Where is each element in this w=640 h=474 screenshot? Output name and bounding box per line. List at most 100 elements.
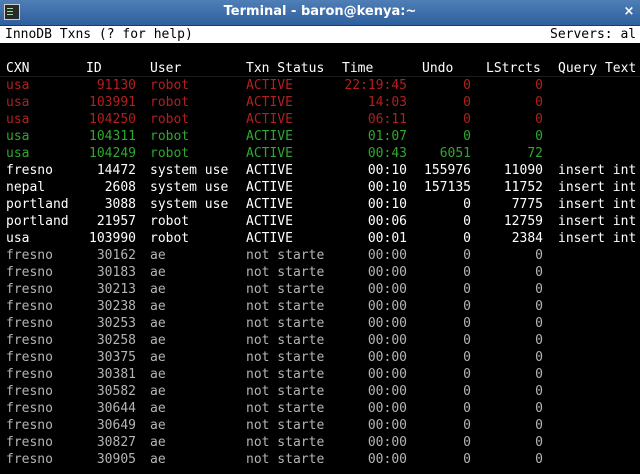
table-row: portland 21957 robot ACTIVE 00:06 0 12759 inser… — [0, 213, 640, 230]
cell-cxn: fresno — [6, 401, 53, 416]
cell-cxn: usa — [6, 78, 30, 93]
cell-undo: 0 — [463, 435, 471, 450]
cell-user: system use — [150, 197, 229, 212]
column-header-cxn: CXN — [6, 61, 30, 76]
table-body: usa 91130 robot ACTIVE 22:19:45 0 0 usa 103991 ro… — [0, 77, 640, 468]
table-row: portland 3088 system use ACTIVE 00:10 0 7775 in… — [0, 196, 640, 213]
cell-undo: 0 — [463, 231, 471, 246]
cell-undo: 0 — [463, 197, 471, 212]
cell-time: 00:00 — [367, 452, 407, 467]
cell-id: 14472 — [96, 163, 136, 178]
cell-time: 00:00 — [367, 350, 407, 365]
column-header-time: Time — [342, 61, 374, 76]
cell-undo: 0 — [463, 282, 471, 297]
cell-lstrcts: 0 — [535, 78, 543, 93]
cell-user: ae — [150, 401, 166, 416]
table-row: usa 104250 robot ACTIVE 06:11 0 0 — [0, 111, 640, 128]
cell-lstrcts: 0 — [535, 350, 543, 365]
cell-undo: 0 — [463, 350, 471, 365]
cell-time: 00:06 — [367, 214, 407, 229]
cell-id: 30253 — [96, 316, 136, 331]
cell-id: 3088 — [104, 197, 136, 212]
cell-time: 00:10 — [367, 197, 407, 212]
cell-user: ae — [150, 384, 166, 399]
cell-user: robot — [150, 146, 190, 161]
cell-time: 00:00 — [367, 367, 407, 382]
cell-cxn: fresno — [6, 265, 53, 280]
table-row: fresno 30238 ae not starte 00:00 0 0 — [0, 298, 640, 315]
cell-undo: 6051 — [439, 146, 471, 161]
cell-txn-status: ACTIVE — [246, 214, 293, 229]
cell-lstrcts: 11752 — [503, 180, 543, 195]
cell-cxn: usa — [6, 112, 30, 127]
cell-txn-status: ACTIVE — [246, 197, 293, 212]
cell-user: ae — [150, 299, 166, 314]
cell-user: robot — [150, 231, 190, 246]
cell-id: 21957 — [96, 214, 136, 229]
cell-user: robot — [150, 95, 190, 110]
table-row: fresno 30213 ae not starte 00:00 0 0 — [0, 281, 640, 298]
cell-time: 22:19:45 — [344, 78, 407, 93]
cell-time: 00:00 — [367, 418, 407, 433]
cell-time: 01:07 — [367, 129, 407, 144]
table-row: fresno 30258 ae not starte 00:00 0 0 — [0, 332, 640, 349]
cell-cxn: fresno — [6, 452, 53, 467]
cell-txn-status: not starte — [246, 452, 325, 467]
cell-user: ae — [150, 248, 166, 263]
cell-cxn: fresno — [6, 163, 53, 178]
table-row: usa 104311 robot ACTIVE 01:07 0 0 — [0, 128, 640, 145]
cell-lstrcts: 0 — [535, 299, 543, 314]
table-row: usa 91130 robot ACTIVE 22:19:45 0 0 — [0, 77, 640, 94]
cell-time: 00:00 — [367, 401, 407, 416]
close-icon[interactable]: × — [620, 3, 638, 21]
cell-time: 00:00 — [367, 265, 407, 280]
cell-cxn: usa — [6, 95, 30, 110]
table-row: usa 103990 robot ACTIVE 00:01 0 2384 insert int — [0, 230, 640, 247]
cell-user: ae — [150, 333, 166, 348]
cell-id: 30649 — [96, 418, 136, 433]
cell-id: 30183 — [96, 265, 136, 280]
cell-txn-status: ACTIVE — [246, 112, 293, 127]
cell-lstrcts: 0 — [535, 384, 543, 399]
table-row: fresno 30162 ae not starte 00:00 0 0 — [0, 247, 640, 264]
cell-time: 00:01 — [367, 231, 407, 246]
cell-time: 00:00 — [367, 299, 407, 314]
window-titlebar[interactable]: Terminal - baron@kenya:~ × — [0, 0, 640, 26]
cell-txn-status: ACTIVE — [246, 163, 293, 178]
transactions-table: CXN ID User Txn Status Time Undo LStrcts… — [0, 60, 640, 468]
cell-time: 00:43 — [367, 146, 407, 161]
cell-undo: 0 — [463, 367, 471, 382]
cell-lstrcts: 0 — [535, 265, 543, 280]
cell-cxn: fresno — [6, 333, 53, 348]
cell-cxn: fresno — [6, 418, 53, 433]
cell-undo: 0 — [463, 112, 471, 127]
cell-user: ae — [150, 418, 166, 433]
table-header: CXN ID User Txn Status Time Undo LStrcts… — [0, 60, 640, 77]
cell-txn-status: not starte — [246, 384, 325, 399]
cell-undo: 0 — [463, 418, 471, 433]
cell-undo: 0 — [463, 95, 471, 110]
cell-time: 00:00 — [367, 384, 407, 399]
cell-lstrcts: 0 — [535, 112, 543, 127]
cell-query-text: insert int — [558, 231, 637, 246]
cell-user: system use — [150, 180, 229, 195]
cell-lstrcts: 0 — [535, 129, 543, 144]
cell-cxn: usa — [6, 231, 30, 246]
cell-user: ae — [150, 350, 166, 365]
cell-time: 00:00 — [367, 316, 407, 331]
cell-id: 30381 — [96, 367, 136, 382]
cell-undo: 0 — [463, 316, 471, 331]
column-header-query-text: Query Text — [558, 61, 637, 76]
cell-cxn: nepal — [6, 180, 46, 195]
cell-cxn: usa — [6, 129, 30, 144]
column-header-user: User — [150, 61, 182, 76]
cell-cxn: fresno — [6, 248, 53, 263]
cell-user: robot — [150, 129, 190, 144]
cell-cxn: fresno — [6, 299, 53, 314]
cell-undo: 157135 — [424, 180, 471, 195]
cell-id: 30644 — [96, 401, 136, 416]
cell-user: ae — [150, 452, 166, 467]
cell-id: 30213 — [96, 282, 136, 297]
cell-id: 91130 — [96, 78, 136, 93]
table-row: fresno 14472 system use ACTIVE 00:10 155976 11… — [0, 162, 640, 179]
